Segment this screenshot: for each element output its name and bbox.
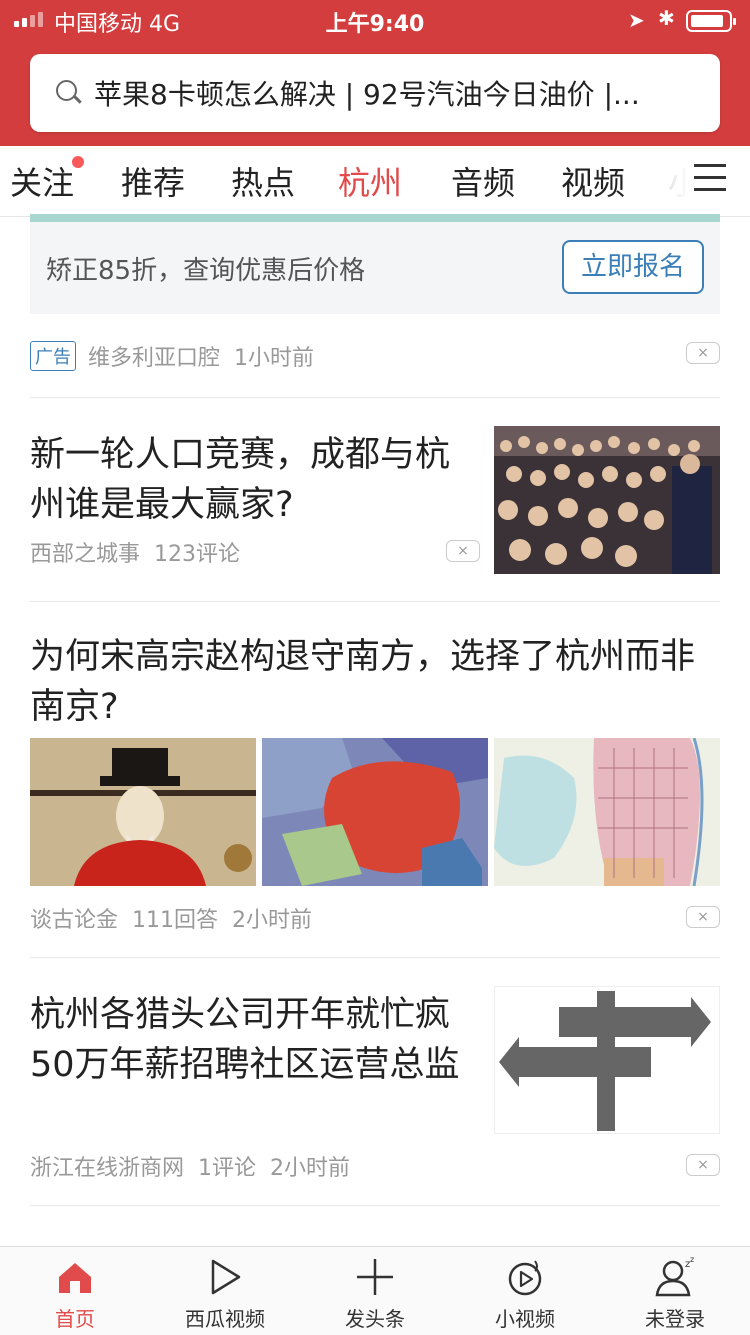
tab-audio[interactable]: 音频 — [451, 158, 515, 204]
search-placeholder: 苹果8卡顿怎么解决 | 92号汽油今日油价 |... — [94, 78, 640, 111]
status-bar: 中国移动 4G 上午9:40 ➤ ✱ — [0, 0, 750, 40]
small-video-icon — [508, 1260, 542, 1296]
search-bar[interactable]: 苹果8卡顿怎么解决 | 92号汽油今日油价 |... — [30, 54, 720, 132]
tabbar-not-logged-in[interactable]: z z 未登录 — [600, 1247, 750, 1335]
divider — [30, 957, 720, 958]
battery-icon — [686, 10, 736, 32]
tabbar-xigua-video[interactable]: 西瓜视频 — [150, 1247, 300, 1335]
portrait-image — [30, 738, 256, 886]
article-meta: 浙江在线浙商网 1评论 2小时前 — [30, 1150, 350, 1182]
divider — [30, 1205, 720, 1206]
ad-text: 矫正85折，查询优惠后价格 — [46, 256, 366, 286]
bottom-tab-bar: 首页 西瓜视频 发头条 小视频 z z 未登录 — [0, 1246, 750, 1335]
tabbar-label: 未登录 — [645, 1307, 705, 1331]
article-title[interactable]: 杭州各猎头公司开年就忙疯 50万年薪招聘社区运营总监 — [30, 990, 480, 1090]
city-map-image — [494, 738, 720, 886]
article-source: 西部之城事 — [30, 542, 141, 567]
dislike-button[interactable]: × — [686, 342, 720, 364]
tabbar-post[interactable]: 发头条 — [300, 1247, 450, 1335]
tab-recommend[interactable]: 推荐 — [121, 158, 185, 204]
tab-label: 推荐 — [121, 164, 186, 202]
ad-signup-button[interactable]: 立即报名 — [562, 240, 704, 294]
article-comments: 111回答 — [132, 908, 219, 933]
article-thumbnail-map[interactable] — [262, 738, 488, 886]
dislike-button[interactable]: × — [686, 1154, 720, 1176]
ad-source: 维多利亚口腔 — [88, 346, 221, 371]
play-icon — [211, 1259, 241, 1295]
map-image — [262, 738, 488, 886]
article-title[interactable]: 新一轮人口竞赛，成都与杭州谁是最大赢家? — [30, 430, 470, 530]
article-comments: 123评论 — [154, 542, 241, 567]
divider — [30, 601, 720, 602]
ad-meta: 广告 维多利亚口腔 1小时前 — [30, 340, 314, 372]
signpost-image — [499, 991, 711, 1131]
tab-hangzhou[interactable]: 杭州 — [338, 158, 402, 204]
tab-hot[interactable]: 热点 — [231, 158, 295, 204]
tabbar-label: 西瓜视频 — [185, 1307, 265, 1331]
dislike-button[interactable]: × — [686, 906, 720, 928]
article-meta: 谈古论金 111回答 2小时前 — [30, 902, 312, 934]
ad-badge: 广告 — [30, 341, 76, 371]
article-comments: 1评论 — [198, 1156, 257, 1181]
search-icon — [56, 80, 82, 106]
ad-banner[interactable]: 矫正85折，查询优惠后价格 立即报名 — [30, 222, 720, 314]
menu-icon[interactable] — [694, 164, 726, 192]
article-thumbnail-portrait[interactable] — [30, 738, 256, 886]
tab-video[interactable]: 视频 — [561, 158, 625, 204]
channel-tabs: 关注 推荐 热点 杭州 音频 视频 小 — [0, 146, 750, 217]
location-icon: ➤ — [628, 8, 645, 32]
article-meta: 西部之城事 123评论 — [30, 536, 240, 568]
tabbar-small-video[interactable]: 小视频 — [450, 1247, 600, 1335]
crowd-image — [494, 426, 720, 574]
ad-time: 1小时前 — [234, 346, 315, 371]
tab-follow[interactable]: 关注 — [10, 156, 85, 204]
plus-icon — [357, 1259, 393, 1295]
article-time: 2小时前 — [270, 1156, 351, 1181]
article-title[interactable]: 为何宋高宗赵构退守南方，选择了杭州而非南京? — [30, 632, 720, 732]
article-source: 浙江在线浙商网 — [30, 1156, 185, 1181]
tabbar-label: 首页 — [55, 1307, 95, 1331]
user-icon: z z — [655, 1257, 694, 1297]
article-thumbnail-crowd[interactable] — [494, 426, 720, 574]
tabbar-home[interactable]: 首页 — [0, 1247, 150, 1335]
article-source: 谈古论金 — [30, 908, 119, 933]
home-icon — [59, 1263, 91, 1293]
dislike-button[interactable]: × — [446, 540, 480, 562]
tab-label: 音频 — [451, 164, 516, 202]
article-thumbnail-citymap[interactable] — [494, 738, 720, 886]
tab-label: 视频 — [561, 164, 626, 202]
article-thumbnail-signpost[interactable] — [494, 986, 720, 1134]
tab-label: 杭州 — [338, 164, 403, 202]
notification-dot — [72, 156, 85, 168]
divider — [30, 397, 720, 398]
bluetooth-icon: ✱ — [658, 6, 675, 30]
svg-text:z: z — [690, 1257, 694, 1264]
tabbar-label: 小视频 — [495, 1307, 555, 1331]
article-time: 2小时前 — [232, 908, 313, 933]
ad-image-edge — [30, 214, 720, 222]
tabbar-label: 发头条 — [345, 1307, 405, 1331]
tab-label: 热点 — [231, 164, 296, 202]
tab-label: 关注 — [10, 164, 75, 202]
top-header: 中国移动 4G 上午9:40 ➤ ✱ 苹果8卡顿怎么解决 | 92号汽油今日油价… — [0, 0, 750, 146]
